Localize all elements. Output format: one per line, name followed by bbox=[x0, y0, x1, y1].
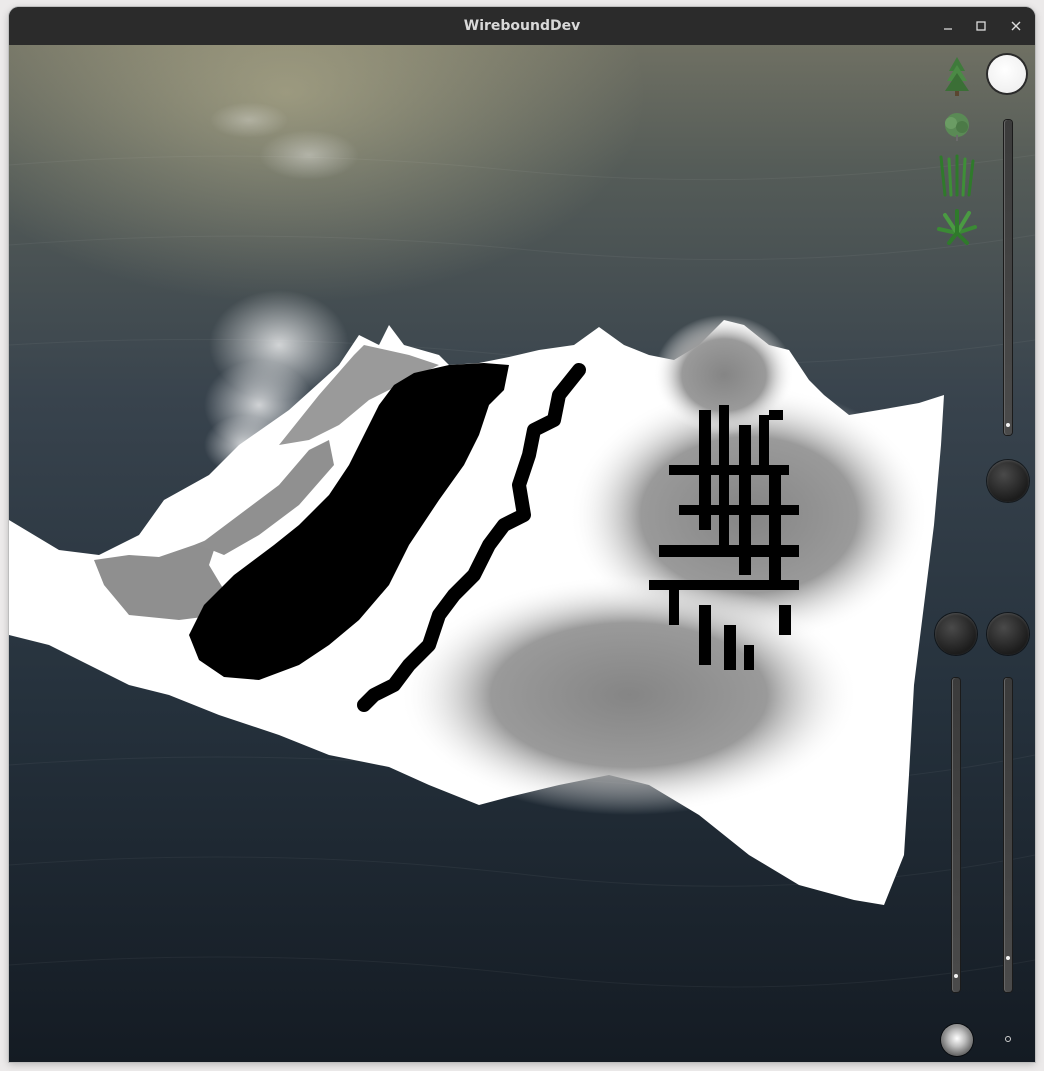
minimize-icon[interactable] bbox=[938, 16, 958, 36]
slider-handle[interactable] bbox=[1006, 956, 1010, 960]
window-title: WireboundDev bbox=[463, 18, 581, 34]
pine-tree-icon[interactable] bbox=[935, 53, 979, 97]
terrain-scene[interactable] bbox=[9, 45, 1035, 1062]
soft-brush-button[interactable] bbox=[941, 1024, 973, 1056]
dark-brush-button-3[interactable] bbox=[987, 613, 1029, 655]
small-circle-icon[interactable] bbox=[1004, 1035, 1012, 1043]
fern-icon[interactable] bbox=[935, 203, 979, 247]
dark-brush-button-2[interactable] bbox=[935, 613, 977, 655]
bottom-left-slider[interactable] bbox=[952, 678, 960, 992]
app-window: WireboundDev bbox=[9, 7, 1035, 1062]
tall-grass-icon[interactable] bbox=[935, 153, 979, 197]
maximize-icon[interactable] bbox=[971, 16, 991, 36]
3d-viewport[interactable] bbox=[9, 45, 1035, 1062]
bottom-right-slider[interactable] bbox=[1004, 678, 1012, 992]
slider-handle[interactable] bbox=[954, 974, 958, 978]
bush-icon[interactable] bbox=[935, 105, 979, 149]
top-right-slider[interactable] bbox=[1004, 120, 1012, 435]
dark-brush-button-1[interactable] bbox=[987, 460, 1029, 502]
close-icon[interactable] bbox=[1006, 16, 1026, 36]
white-brush-button[interactable] bbox=[988, 55, 1026, 93]
slider-handle[interactable] bbox=[1006, 423, 1010, 427]
title-bar[interactable]: WireboundDev bbox=[9, 7, 1035, 45]
